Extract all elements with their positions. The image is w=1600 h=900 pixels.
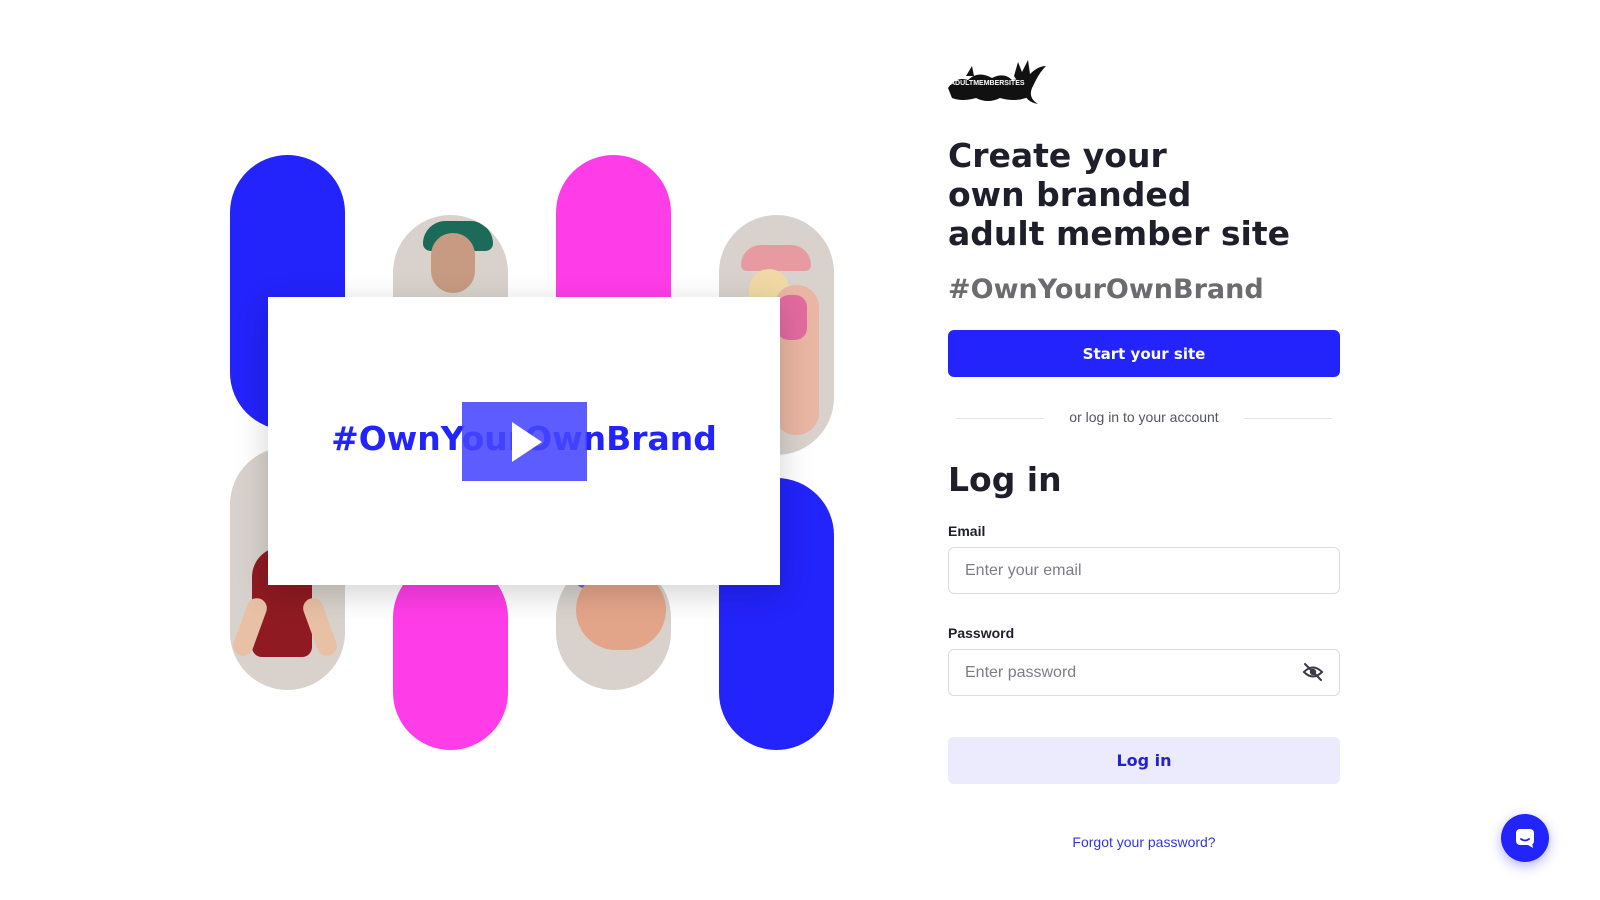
eye-off-icon[interactable]: [1302, 662, 1324, 682]
password-field[interactable]: [948, 649, 1340, 696]
promo-video[interactable]: #OwnYourOwnBrand: [268, 297, 780, 585]
brand-logo[interactable]: ADULTMEMBERSITES: [948, 58, 1048, 106]
headline-line: own branded: [948, 175, 1192, 214]
chat-launcher-button[interactable]: [1501, 814, 1549, 862]
login-button[interactable]: Log in: [948, 737, 1340, 784]
brand-hashtag: #OwnYourOwnBrand: [948, 274, 1264, 305]
headline-line: adult member site: [948, 214, 1290, 253]
divider-line: [1244, 418, 1332, 419]
play-icon: [512, 422, 542, 462]
start-site-button[interactable]: Start your site: [948, 330, 1340, 377]
chat-icon: [1516, 829, 1534, 848]
logo-text: ADULTMEMBERSITES: [950, 80, 1025, 87]
email-field[interactable]: [948, 547, 1340, 594]
login-divider: or log in to your account: [956, 408, 1332, 428]
password-label: Password: [948, 625, 1015, 641]
email-label: Email: [948, 523, 986, 539]
headline-line: Create your: [948, 136, 1167, 175]
play-button[interactable]: [462, 402, 587, 481]
page-headline: Create your own branded adult member sit…: [948, 136, 1340, 253]
decorative-pill-pink: [393, 560, 508, 750]
forgot-password-link[interactable]: Forgot your password?: [948, 834, 1340, 850]
divider-text: or log in to your account: [1069, 409, 1219, 425]
login-title: Log in: [948, 460, 1062, 499]
hero-collage: #OwnYourOwnBrand: [0, 0, 900, 900]
